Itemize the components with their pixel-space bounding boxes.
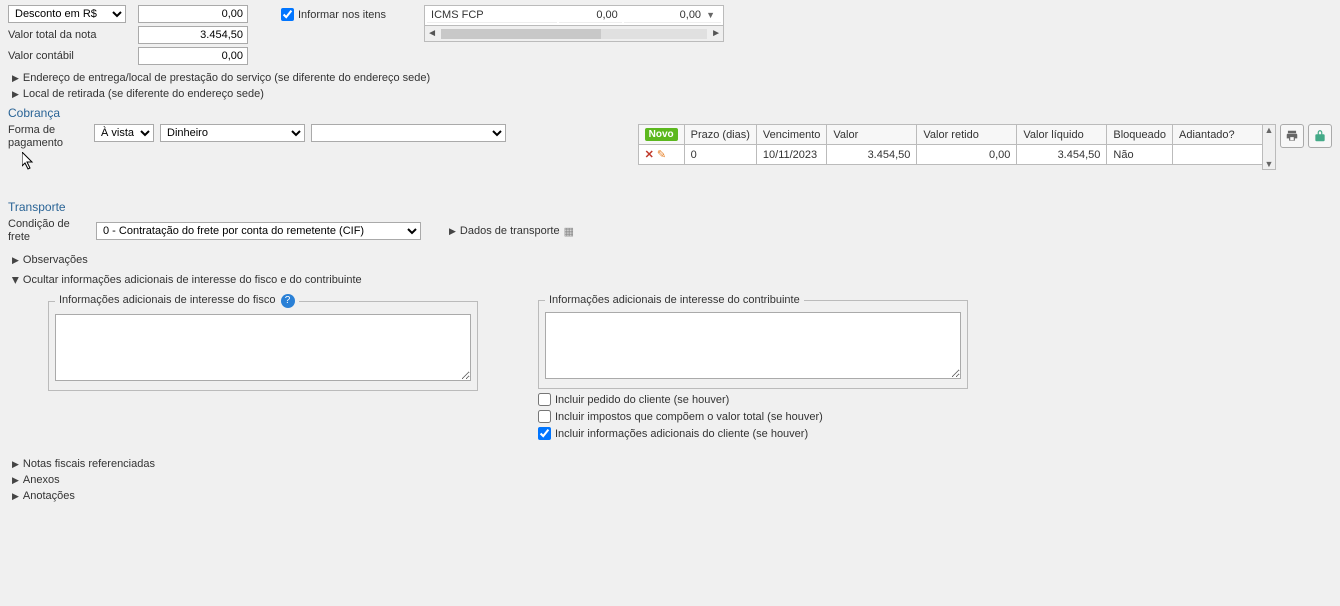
expander-local-retirada[interactable]: ▶ Local de retirada (se diferente do end…: [12, 88, 1332, 100]
edit-row-icon[interactable]: ✎: [657, 148, 666, 161]
help-icon[interactable]: ?: [281, 294, 295, 308]
col-bloqueado: Bloqueado: [1107, 125, 1173, 145]
informar-itens-label: Informar nos itens: [298, 9, 386, 21]
cursor-icon: [22, 152, 34, 170]
table-vscroll[interactable]: ▲ ▼: [1262, 124, 1276, 170]
scroll-up-icon[interactable]: ▲: [1263, 125, 1275, 135]
mini-table-row-label: ICMS FCP: [427, 8, 557, 23]
incluir-pedido-label: Incluir pedido do cliente (se houver): [555, 394, 729, 406]
expander-label: Anexos: [23, 474, 60, 486]
grid-icon: ▦: [564, 225, 574, 238]
delete-row-icon[interactable]: ✕: [645, 148, 654, 161]
contrib-textarea[interactable]: [545, 312, 961, 379]
expander-label: Observações: [23, 254, 88, 266]
chevron-right-icon: ▶: [449, 226, 456, 237]
cobranca-table: Novo Prazo (dias) Vencimento Valor Valor…: [638, 124, 1263, 165]
mini-table-val1: 0,00: [559, 8, 622, 23]
print-button[interactable]: [1280, 124, 1304, 148]
valor-contabil-label: Valor contábil: [8, 50, 138, 62]
scroll-left-icon[interactable]: ◄: [425, 28, 439, 39]
col-adiantado: Adiantado?: [1173, 125, 1263, 145]
expander-endereco-entrega[interactable]: ▶ Endereço de entrega/local de prestação…: [12, 72, 1332, 84]
mini-table-val2: 0,00: [680, 9, 701, 21]
valor-contabil-input[interactable]: [138, 47, 248, 65]
cell-valor-retido: 0,00: [917, 145, 1017, 165]
forma-pagamento-vista-select[interactable]: À vista: [94, 124, 154, 142]
cell-bloqueado: Não: [1107, 145, 1173, 165]
cell-prazo: 0: [684, 145, 756, 165]
chevron-right-icon: ▶: [12, 89, 19, 100]
incluir-info-cliente-checkbox[interactable]: [538, 427, 551, 440]
expander-label: Anotações: [23, 490, 75, 502]
contrib-legend: Informações adicionais de interesse do c…: [545, 294, 804, 306]
expander-anexos[interactable]: ▶ Anexos: [12, 474, 1332, 486]
expander-label: Dados de transporte: [460, 225, 560, 237]
fisco-legend: Informações adicionais de interesse do f…: [59, 294, 275, 306]
col-valor-retido: Valor retido: [917, 125, 1017, 145]
forma-pagamento-extra-select[interactable]: [311, 124, 506, 142]
chevron-right-icon: ▶: [12, 73, 19, 84]
expander-label: Endereço de entrega/local de prestação d…: [23, 72, 430, 84]
chevron-right-icon: ▶: [12, 475, 19, 486]
col-vencimento: Vencimento: [756, 125, 826, 145]
forma-pagamento-label: Forma de pagamento: [8, 124, 88, 150]
col-valor-liquido: Valor líquido: [1017, 125, 1107, 145]
col-prazo: Prazo (dias): [684, 125, 756, 145]
expander-observacoes[interactable]: ▶ Observações: [12, 254, 1332, 266]
expander-dados-transporte[interactable]: ▶ Dados de transporte ▦: [449, 225, 574, 238]
valor-total-input[interactable]: [138, 26, 248, 44]
incluir-info-cliente-label: Incluir informações adicionais do client…: [555, 428, 808, 440]
expander-notas-ref[interactable]: ▶ Notas fiscais referenciadas: [12, 458, 1332, 470]
forma-pagamento-tipo-select[interactable]: Dinheiro: [160, 124, 305, 142]
cell-valor: 3.454,50: [827, 145, 917, 165]
lock-button[interactable]: [1308, 124, 1332, 148]
cell-adiantado: [1173, 145, 1263, 165]
chevron-down-icon: ▶: [10, 277, 21, 284]
novo-button[interactable]: Novo: [645, 128, 678, 141]
section-title-cobranca: Cobrança: [8, 106, 1332, 120]
col-valor: Valor: [827, 125, 917, 145]
expander-anotacoes[interactable]: ▶ Anotações: [12, 490, 1332, 502]
expander-label: Local de retirada (se diferente do ender…: [23, 88, 264, 100]
incluir-impostos-checkbox[interactable]: [538, 410, 551, 423]
fisco-textarea[interactable]: [55, 314, 471, 381]
scroll-right-icon[interactable]: ►: [709, 28, 723, 39]
condicao-frete-select[interactable]: 0 - Contratação do frete por conta do re…: [96, 222, 421, 240]
chevron-right-icon: ▶: [12, 459, 19, 470]
section-title-transporte: Transporte: [8, 200, 1332, 214]
valor-total-label: Valor total da nota: [8, 29, 138, 41]
cell-valor-liquido: 3.454,50: [1017, 145, 1107, 165]
informar-itens-checkbox[interactable]: [281, 8, 294, 21]
expander-label: Notas fiscais referenciadas: [23, 458, 155, 470]
condicao-frete-label: Condição de frete: [8, 218, 88, 244]
tax-mini-table: ICMS FCP 0,00 0,00 ▼: [424, 5, 724, 26]
scroll-down-icon[interactable]: ▼: [1263, 159, 1275, 169]
chevron-right-icon: ▶: [12, 255, 19, 266]
incluir-pedido-checkbox[interactable]: [538, 393, 551, 406]
desconto-select[interactable]: Desconto em R$: [8, 5, 126, 23]
expander-ocultar-info[interactable]: ▶ Ocultar informações adicionais de inte…: [12, 274, 1332, 286]
mini-table-hscroll[interactable]: ◄ ►: [424, 26, 724, 42]
expander-label: Ocultar informações adicionais de intere…: [23, 274, 362, 286]
desconto-value-input[interactable]: [138, 5, 248, 23]
chevron-down-icon[interactable]: ▼: [704, 10, 717, 20]
chevron-right-icon: ▶: [12, 491, 19, 502]
incluir-impostos-label: Incluir impostos que compõem o valor tot…: [555, 411, 823, 423]
cell-vencimento: 10/11/2023: [756, 145, 826, 165]
table-row[interactable]: ✕ ✎ 0 10/11/2023 3.454,50 0,00 3.454,50 …: [638, 145, 1262, 165]
